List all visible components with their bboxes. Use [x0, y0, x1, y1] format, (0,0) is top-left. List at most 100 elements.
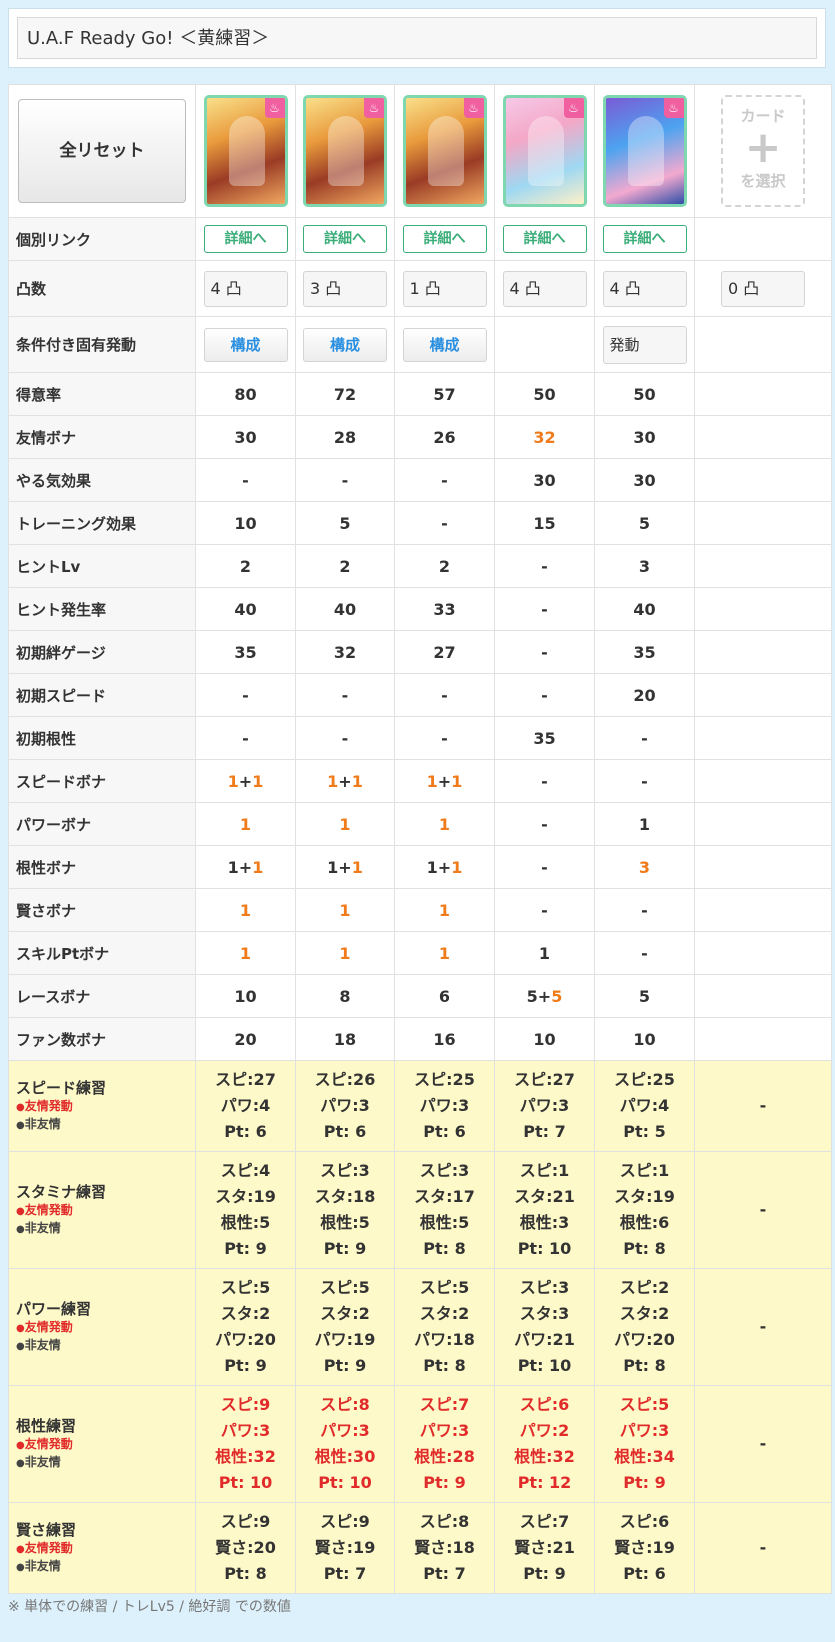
training-value: パワ:18 [414, 1330, 475, 1349]
row-label: トレーニング効果 [8, 501, 196, 545]
stat-value: 1 [394, 802, 495, 846]
link-cell: 詳細へ [394, 217, 495, 261]
training-value: スピ:9 [220, 1395, 271, 1414]
bonus-base: 1 [327, 857, 339, 877]
training-name: パワー練習 [16, 1300, 92, 1318]
support-card[interactable]: ♨ [502, 95, 587, 207]
training-value: Pt: 8 [423, 1239, 466, 1258]
row-label: 初期スピード [8, 673, 196, 717]
training-row: スタミナ練習 ●友情発動 ●非友情 スピ:4 スタ:19 根性:5 Pt: 9 スピ:3 スタ:… [8, 1151, 832, 1269]
trigger-select[interactable]: 発動 [602, 325, 687, 364]
training-value: 根性:5 [220, 1213, 271, 1232]
stat-value-text: 40 [333, 599, 357, 619]
row-label: ファン数ボナ [8, 1017, 196, 1061]
limit-break-select[interactable]: 0 凸 [721, 270, 805, 307]
stat-value-text: 2 [239, 556, 252, 576]
stat-value-text: - [541, 814, 548, 834]
training-value: Pt: 6 [423, 1122, 466, 1141]
limit-break-select[interactable]: 1 凸 [402, 270, 487, 307]
stat-row: 初期絆ゲージ 35 32 27 - 35 [8, 630, 832, 674]
legend-dot-icon: ● [16, 1323, 25, 1334]
bonus-extra: 1 [252, 857, 264, 877]
legend-friendship-off: ●非友情 [16, 1220, 195, 1238]
card-cell: ♨ [594, 84, 695, 218]
legend-text: 非友情 [24, 1338, 61, 1352]
limit-break-select[interactable]: 4 凸 [602, 270, 687, 307]
training-value: スピ:1 [519, 1161, 570, 1180]
training-value: スピ:6 [619, 1512, 670, 1531]
stat-value: 8 [295, 974, 395, 1018]
training-value: スピ:7 [519, 1512, 570, 1531]
stat-row: ヒント発生率 40 40 33 - 40 [8, 587, 832, 631]
legend-dot-icon: ● [16, 1206, 25, 1217]
limit-break-select[interactable]: 3 凸 [303, 270, 387, 307]
card-row: 全リセット ♨ ♨ ♨ ♨ ♨ カード + を選択 [8, 84, 832, 218]
stat-value: 80 [195, 372, 296, 416]
stat-value: 10 [594, 1017, 695, 1061]
training-value: スピ:25 [614, 1070, 675, 1089]
stat-value-text: 26 [433, 427, 456, 447]
build-button[interactable]: 構成 [303, 327, 387, 362]
training-value: Pt: 9 [323, 1239, 367, 1258]
link-cell: 詳細へ [494, 217, 595, 261]
reset-all-button[interactable]: 全リセット [18, 99, 186, 203]
legend-friendship-off: ●非友情 [16, 1454, 195, 1472]
detail-link-button[interactable]: 詳細へ [402, 225, 487, 253]
stat-value-text: 1 [438, 814, 451, 834]
stat-value-text: - [641, 728, 648, 748]
training-value-cell: スピ:5 スタ:2 パワ:19 Pt: 9 [295, 1268, 395, 1386]
detail-link-button[interactable]: 詳細へ [602, 225, 687, 253]
row-label: 初期絆ゲージ [8, 630, 196, 674]
training-value: 根性:6 [619, 1213, 670, 1232]
training-value: スピ:27 [215, 1070, 276, 1089]
stat-value: - [594, 716, 695, 760]
detail-link-button[interactable]: 詳細へ [203, 225, 288, 253]
training-value: Pt: 10 [517, 1356, 572, 1375]
training-value: スピ:6 [519, 1395, 570, 1414]
legend-text: 友情発動 [24, 1437, 73, 1451]
support-card-table: 全リセット ♨ ♨ ♨ ♨ ♨ カード + を選択 個別リンク 詳細へ 詳細へ … [8, 84, 832, 1594]
training-value: スタ:3 [519, 1304, 570, 1323]
row-label: やる気効果 [8, 458, 196, 502]
training-value: 賢さ:21 [514, 1538, 575, 1557]
stat-value: - [494, 888, 595, 932]
stat-value: 50 [494, 372, 595, 416]
support-card[interactable]: ♨ [602, 95, 687, 207]
stat-value-text: - [541, 642, 548, 662]
training-value-cell: スピ:25 パワ:4 Pt: 5 [594, 1060, 695, 1152]
training-value: Pt: 6 [323, 1122, 367, 1141]
limit-break-select[interactable]: 4 凸 [502, 270, 587, 307]
training-value-cell: スピ:7 パワ:3 根性:28 Pt: 9 [394, 1385, 495, 1503]
support-card[interactable]: ♨ [402, 95, 487, 207]
stat-value: 1+1 [394, 759, 495, 803]
card-illustration [427, 116, 464, 186]
build-button[interactable]: 構成 [203, 327, 288, 362]
bonus-extra: 1 [252, 771, 264, 791]
bonus-plus: + [238, 857, 253, 877]
bonus-plus: + [338, 857, 352, 877]
support-card[interactable]: ♨ [303, 95, 387, 207]
stat-value: 1 [394, 888, 495, 932]
stat-value: 1+1 [195, 759, 296, 803]
training-value: スピ:1 [619, 1161, 670, 1180]
build-button[interactable]: 構成 [402, 327, 487, 362]
training-value: スピ:2 [619, 1278, 670, 1297]
stat-value [694, 415, 832, 459]
training-value-cell: スピ:9 パワ:3 根性:32 Pt: 10 [195, 1385, 296, 1503]
stat-value-text: 1 [538, 943, 551, 963]
select-card-button[interactable]: カード + を選択 [721, 95, 805, 207]
stat-value: - [494, 759, 595, 803]
detail-link-button[interactable]: 詳細へ [303, 225, 387, 253]
detail-link-button[interactable]: 詳細へ [502, 225, 587, 253]
stat-value-text: 30 [633, 427, 656, 447]
row-label: 友情ボナ [8, 415, 196, 459]
stat-value-text: 1 [638, 814, 651, 834]
support-card[interactable]: ♨ [203, 95, 288, 207]
stat-value: 10 [195, 501, 296, 545]
stat-value-text: 50 [533, 384, 556, 404]
limit-break-select[interactable]: 4 凸 [203, 270, 288, 307]
stat-value: 5+5 [494, 974, 595, 1018]
stat-value: 2 [195, 544, 296, 588]
training-value-cell: スピ:2 スタ:2 パワ:20 Pt: 8 [594, 1268, 695, 1386]
stat-value: 2 [295, 544, 395, 588]
